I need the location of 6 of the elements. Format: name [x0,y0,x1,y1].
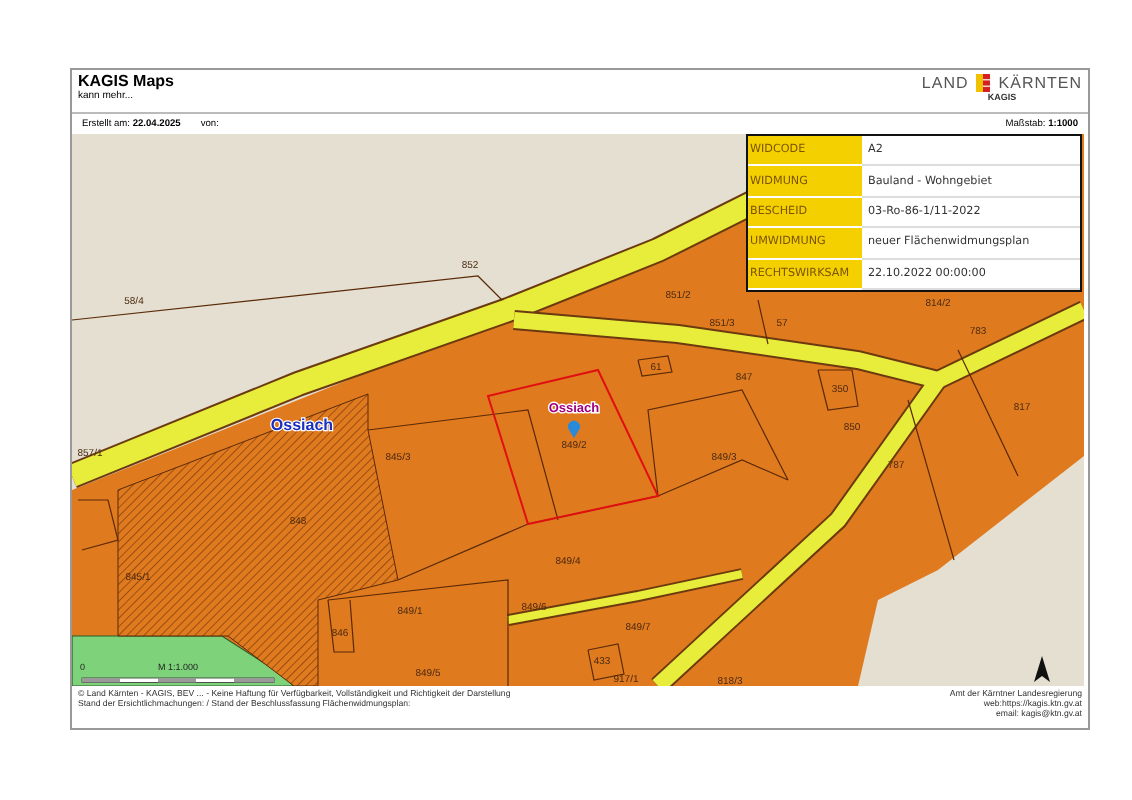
north-arrow-icon [1034,656,1050,682]
flag-logo-icon [976,74,991,92]
logo-text: LAND [921,74,969,92]
map-pin-icon [568,420,580,438]
logo-text: KÄRNTEN [998,74,1082,92]
app-title: KAGIS Maps [78,72,175,90]
